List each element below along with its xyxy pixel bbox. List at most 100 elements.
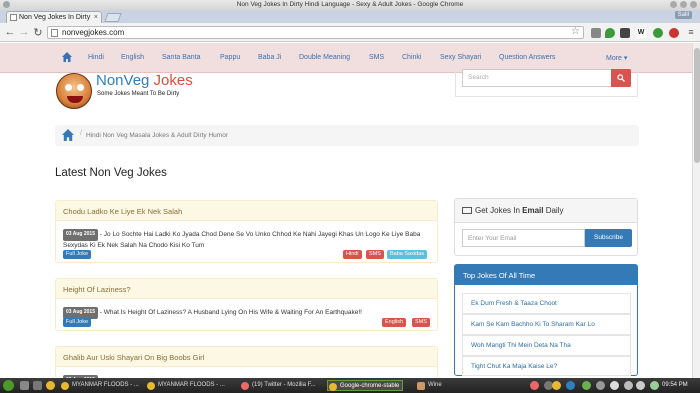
top-joke-link[interactable]: Tight Chut Ka Maja Kaise Le? — [462, 356, 631, 376]
joke-excerpt: 03 Aug 2015 - Jo Lo Sochte Hai Ladki Ko … — [63, 229, 435, 250]
chrome-menu-icon[interactable]: ≡ — [685, 27, 697, 37]
adblock-icon[interactable] — [669, 28, 679, 38]
nav-item-chinki[interactable]: Chinki — [402, 54, 421, 61]
joke-card: Height Of Laziness? 03 Aug 2015 - What I… — [55, 278, 438, 331]
breadcrumb-current: Hindi Non Veg Masala Jokes & Adult Dirty… — [86, 132, 228, 139]
joke-date-badge: 03 Aug 2015 — [63, 229, 98, 241]
extension-icon[interactable] — [591, 28, 601, 38]
nav-item-sexy-shayari[interactable]: Sexy Shayari — [440, 54, 481, 61]
joke-text: - What Is Height Of Laziness? A Husband … — [98, 309, 362, 316]
profile-button[interactable]: Salil — [674, 11, 692, 19]
subscribe-heading: Get Jokes In Email Daily — [455, 199, 637, 223]
envelope-icon — [462, 207, 472, 214]
browser-tab[interactable]: Non Veg Jokes In Dirty × — [6, 11, 102, 23]
chrome-launcher-icon[interactable] — [46, 381, 55, 390]
full-joke-button[interactable]: Full Joke — [63, 250, 92, 259]
nav-item-pappu[interactable]: Pappu — [220, 54, 240, 61]
taskbar-item[interactable]: MYANMAR FLOODS - ... — [146, 380, 225, 391]
joke-card: Chodu Ladko Ke Liye Ek Nek Salah 03 Aug … — [55, 200, 438, 263]
nav-item-double-meaning[interactable]: Double Meaning — [299, 54, 350, 61]
home-icon[interactable] — [62, 52, 72, 62]
top-joke-link[interactable]: Ek Dum Fresh & Taaza Choot — [462, 293, 631, 314]
taskbar-item[interactable]: Wine — [416, 380, 442, 391]
back-icon[interactable]: ← — [4, 26, 16, 38]
search-button[interactable] — [611, 69, 631, 87]
network-icon[interactable] — [610, 381, 619, 390]
joke-title[interactable]: Ghalib Aur Uski Shayari On Big Boobs Gir… — [56, 347, 437, 367]
joke-date-badge: 03 Aug 2015 — [63, 307, 98, 319]
tab-title: Non Veg Jokes In Dirty — [19, 14, 91, 21]
top-joke-link[interactable]: Kam Se Kam Bachho Ki To Sharam Kar Lo — [462, 314, 631, 335]
scrollbar-thumb[interactable] — [694, 48, 700, 163]
site-tagline: Some Jokes Meant To Be Dirty — [97, 91, 180, 97]
breadcrumb: / Hindi Non Veg Masala Jokes & Adult Dir… — [55, 125, 639, 146]
pocket-icon[interactable] — [620, 28, 630, 38]
tag-sms[interactable]: SMS — [412, 318, 430, 327]
nav-item-sms[interactable]: SMS — [369, 54, 384, 61]
taskbar-item-active[interactable]: Google-chrome-stable — [327, 380, 404, 391]
nav-item-english[interactable]: English — [121, 54, 144, 61]
tag-hindi[interactable]: Hindi — [343, 250, 362, 259]
close-icon[interactable] — [690, 1, 697, 8]
taskbar-clock[interactable]: 09:54 PM — [662, 380, 688, 391]
search-input[interactable]: Search — [462, 69, 611, 87]
nav-item-santa-banta[interactable]: Santa Banta — [162, 54, 201, 61]
breadcrumb-separator: / — [80, 130, 82, 137]
tag-sms[interactable]: SMS — [366, 250, 384, 259]
page-favicon-icon — [10, 14, 17, 21]
window-menu-icon[interactable] — [3, 1, 10, 8]
tab-close-icon[interactable]: × — [94, 12, 98, 23]
bluetooth-icon[interactable] — [624, 381, 633, 390]
hangouts-icon[interactable] — [653, 28, 663, 38]
evernote-icon[interactable] — [605, 28, 615, 38]
battery-icon[interactable] — [650, 381, 659, 390]
skype-icon[interactable] — [582, 381, 591, 390]
site-logo-title[interactable]: NonVeg Jokes — [96, 72, 193, 89]
taskbar-item[interactable]: MYANMAR FLOODS - ... — [60, 380, 139, 391]
minimize-icon[interactable] — [670, 1, 677, 8]
joke-title[interactable]: Height Of Laziness? — [56, 279, 437, 299]
email-field[interactable]: Enter Your Email — [462, 229, 585, 247]
email-subscribe-panel: Get Jokes In Email Daily Enter Your Emai… — [454, 198, 638, 256]
page-icon — [51, 29, 58, 37]
bookmark-star-icon[interactable]: ☆ — [571, 26, 580, 37]
subscribe-button[interactable]: Subscribe — [585, 229, 632, 247]
tag-baba-saxidas[interactable]: Baba Saxidas — [387, 250, 427, 259]
page-scrollbar[interactable] — [692, 43, 700, 378]
pidgin-icon[interactable] — [596, 381, 605, 390]
search-icon — [617, 74, 625, 82]
tray-app-icon[interactable] — [530, 381, 539, 390]
top-joke-link[interactable]: Woh Mangti Thi Mein Deta Na Tha — [462, 335, 631, 356]
os-taskbar: MYANMAR FLOODS - ... MYANMAR FLOODS - ..… — [0, 378, 700, 393]
file-manager-icon[interactable] — [33, 381, 42, 390]
page-title: Latest Non Veg Jokes — [55, 167, 167, 179]
window-title: Non Veg Jokes In Dirty Hindi Language - … — [236, 1, 464, 8]
top-jokes-panel: Top Jokes Of All Time Ek Dum Fresh & Taa… — [454, 264, 638, 376]
show-desktop-icon[interactable] — [20, 381, 29, 390]
nav-item-baba-ji[interactable]: Baba Ji — [258, 54, 281, 61]
taskbar-item[interactable]: (19) Twitter - Mozilla F... — [240, 380, 316, 391]
maximize-icon[interactable] — [680, 1, 687, 8]
start-menu-icon[interactable] — [3, 380, 14, 391]
address-bar[interactable]: nonvegjokes.com ☆ — [47, 26, 584, 39]
joke-excerpt: 03 Aug 2015 - What Is Height Of Laziness… — [63, 307, 435, 319]
volume-icon[interactable] — [636, 381, 645, 390]
address-url: nonvegjokes.com — [62, 28, 125, 37]
hp-icon[interactable] — [566, 381, 575, 390]
tag-english[interactable]: English — [382, 318, 407, 327]
breadcrumb-home-icon[interactable] — [62, 129, 74, 141]
window-titlebar: Non Veg Jokes In Dirty Hindi Language - … — [0, 0, 700, 10]
new-tab-button[interactable] — [104, 13, 122, 22]
joke-text: - Jo Lo Sochte Hai Ladki Ko Jyada Chod D… — [63, 231, 421, 249]
tab-strip: Non Veg Jokes In Dirty × Salil — [0, 10, 700, 23]
joke-card: Ghalib Aur Uski Shayari On Big Boobs Gir… — [55, 346, 438, 387]
tray-chrome-icon[interactable] — [552, 381, 561, 390]
reload-icon[interactable]: ↻ — [32, 26, 44, 39]
wikipedia-icon[interactable]: W — [636, 28, 646, 38]
site-logo-image[interactable] — [56, 73, 92, 109]
full-joke-button[interactable]: Full Joke — [63, 318, 92, 327]
forward-icon[interactable]: → — [18, 26, 30, 38]
nav-item-hindi[interactable]: Hindi — [88, 54, 104, 61]
nav-item-question-answers[interactable]: Question Answers — [499, 54, 555, 61]
joke-title[interactable]: Chodu Ladko Ke Liye Ek Nek Salah — [56, 201, 437, 221]
